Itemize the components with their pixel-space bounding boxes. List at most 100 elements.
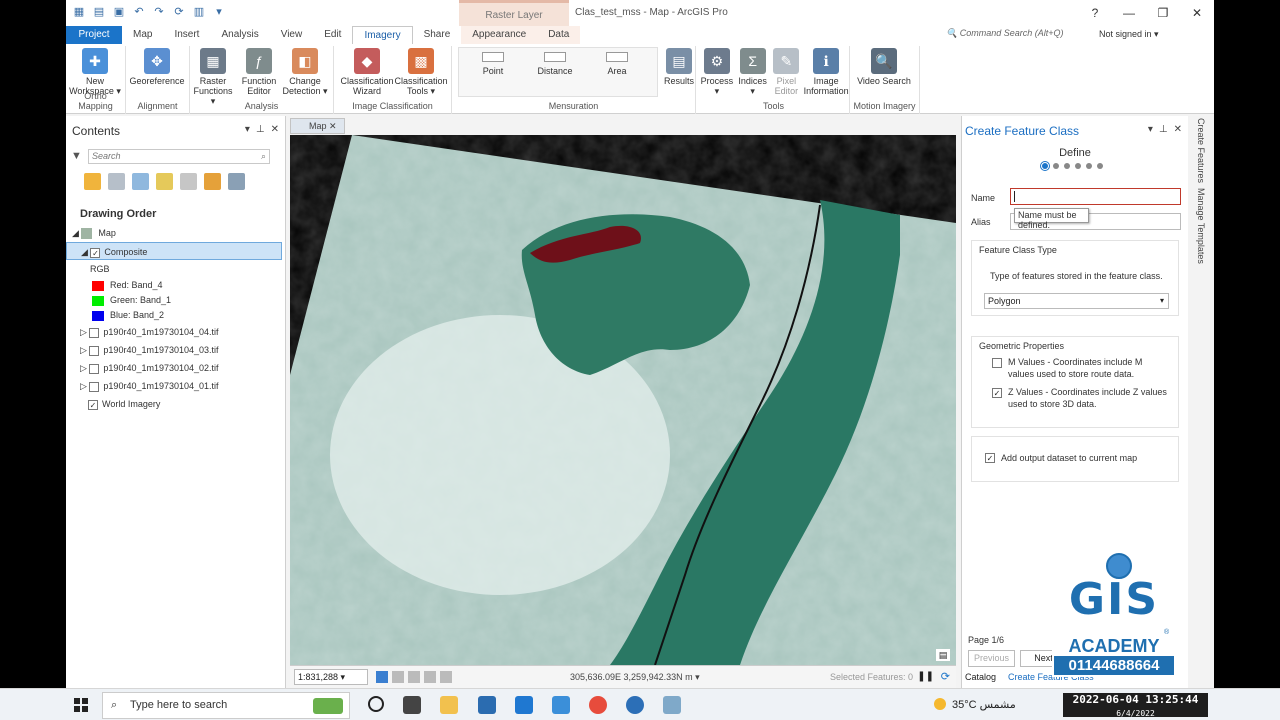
to-do-icon[interactable] [552,696,570,714]
layout-icon[interactable]: ▥ [192,5,206,19]
save-icon[interactable]: ▣ [112,5,126,19]
step-dot-4[interactable] [1075,163,1081,169]
feature-class-type-select[interactable]: Polygon ▾ [984,293,1169,309]
layout-icon[interactable] [408,671,420,683]
band-03-checkbox[interactable] [89,345,100,356]
create-features-side-tab[interactable]: Create Features [1196,118,1206,183]
table-icon[interactable] [392,671,404,683]
step-dot-6[interactable] [1097,163,1103,169]
cortana-icon[interactable] [368,696,384,712]
selection-icon[interactable] [132,173,149,190]
help-button[interactable]: ? [1078,0,1112,26]
catalog-tab[interactable]: Catalog [965,672,996,682]
georeference-button[interactable]: ✥ Georeference [126,46,188,86]
restore-button[interactable]: ❐ [1146,0,1180,26]
layer-band-02[interactable]: ▷ p190r40_1m19730104_02.tif [66,359,284,377]
tab-project[interactable]: Project [66,26,122,44]
contents-search-input[interactable]: Search ⌕ [88,149,270,164]
indices-button[interactable]: Σ Indices ▾ [736,46,770,96]
close-button[interactable]: ✕ [1180,0,1214,26]
command-search[interactable]: 🔍 Command Search (Alt+Q) [946,28,1064,39]
manage-templates-side-tab[interactable]: Manage Templates [1196,188,1206,264]
band-02-checkbox[interactable] [89,363,100,374]
pane-options-icon[interactable]: ▾ [245,124,250,135]
step-dot-2[interactable] [1053,163,1059,169]
edge-icon[interactable] [626,696,644,714]
step-dot-5[interactable] [1086,163,1092,169]
pause-icon[interactable]: ❚❚ [917,671,934,682]
file-explorer-icon[interactable] [440,696,458,714]
composite-checkbox[interactable]: ✓ [90,247,101,258]
layer-band-01[interactable]: ▷ p190r40_1m19730104_01.tif [66,377,284,395]
data-source-icon[interactable] [108,173,125,190]
tab-share[interactable]: Share [413,26,462,44]
undo-icon[interactable]: ↶ [132,5,146,19]
pixel-editor-button[interactable]: ✎ Pixel Editor [770,46,804,96]
step-dot-1[interactable] [1040,161,1050,171]
classification-wizard-button[interactable]: ◆ Classification Wizard [340,46,394,96]
step-dot-3[interactable] [1064,163,1070,169]
map-view-tab[interactable]: Map ✕ [290,118,345,134]
m-values-checkbox[interactable] [992,358,1002,368]
minimize-button[interactable]: — [1112,0,1146,26]
cfc-options-icon[interactable]: ▾ [1148,124,1153,135]
video-search-button[interactable]: 🔍 Video Search [850,46,918,86]
raster-functions-button[interactable]: ▦ Raster Functions ▾ [190,46,236,106]
change-detection-button[interactable]: ◧ Change Detection ▾ [282,46,328,106]
band-01-checkbox[interactable] [89,381,100,392]
pin-icon[interactable]: ⊥ [256,124,265,135]
results-button[interactable]: ▤ Results [662,46,696,86]
refresh-icon[interactable]: ⟳ [941,670,950,683]
composite-layer[interactable]: ◢ ✓ Composite [66,242,282,260]
name-input[interactable] [1010,188,1181,205]
tab-appearance[interactable]: Appearance [461,26,538,44]
chrome-icon[interactable] [589,696,607,714]
z-values-checkbox[interactable]: ✓ [992,388,1002,398]
close-pane-icon[interactable]: ✕ [271,124,279,135]
layer-band-04[interactable]: ▷ p190r40_1m19730104_04.tif [66,323,284,341]
layer-band-03[interactable]: ▷ p190r40_1m19730104_03.tif [66,341,284,359]
world-imagery-checkbox[interactable]: ✓ [88,399,98,410]
tab-analysis[interactable]: Analysis [210,26,269,44]
clock[interactable]: 2022-06-04 13:25:44 6/4/2022 [1063,693,1208,718]
world-imagery-layer[interactable]: ✓ World Imagery [66,395,284,413]
add-output-checkbox[interactable]: ✓ [985,453,995,463]
close-map-tab-icon[interactable]: ✕ [329,121,337,131]
tab-data[interactable]: Data [537,26,581,44]
map-node[interactable]: ◢ Map [66,224,284,242]
mail-icon[interactable] [515,696,533,714]
new-project-icon[interactable]: ▦ [72,5,86,19]
perspective-icon[interactable] [228,173,245,190]
sign-in-status[interactable]: Not signed in ▾ [1099,29,1159,40]
taskbar-search-input[interactable]: ⌕ Type here to search [102,692,350,719]
windows-start-icon[interactable] [74,698,88,712]
drawing-order-icon[interactable] [84,173,101,190]
tab-imagery[interactable]: Imagery [352,26,413,45]
customize-icon[interactable]: ▾ [212,5,226,19]
tab-map[interactable]: Map [122,26,163,44]
editing-icon[interactable] [156,173,173,190]
filter-icon[interactable]: ▼ [71,150,82,162]
function-editor-button[interactable]: ƒ Function Editor [236,46,282,106]
task-view-icon[interactable] [403,696,421,714]
constraints-icon[interactable] [440,671,452,683]
image-information-button[interactable]: ℹ Image Information [803,46,849,96]
weather-readout[interactable]: 35°C مشمس [952,698,1016,711]
tab-insert[interactable]: Insert [163,26,210,44]
new-workspace-button[interactable]: ✚ New Workspace ▾ [66,46,124,96]
grid-icon[interactable] [376,671,388,683]
tab-view[interactable]: View [270,26,314,44]
band-04-checkbox[interactable] [89,327,100,338]
scale-selector[interactable]: 1:831,288 ▾ [294,669,368,685]
map-overview-icon[interactable]: ▤ [936,649,950,661]
map-view[interactable]: ▤ [290,135,956,665]
sync-icon[interactable]: ⟳ [172,5,186,19]
open-icon[interactable]: ▤ [92,5,106,19]
arcgis-pro-icon[interactable] [663,696,681,714]
cfc-pin-icon[interactable]: ⊥ [1159,124,1168,135]
snapping-icon[interactable] [180,173,197,190]
cfc-close-icon[interactable]: ✕ [1174,124,1182,135]
navigate-icon[interactable] [424,671,436,683]
labeling-icon[interactable] [204,173,221,190]
previous-button[interactable]: Previous [968,650,1015,667]
